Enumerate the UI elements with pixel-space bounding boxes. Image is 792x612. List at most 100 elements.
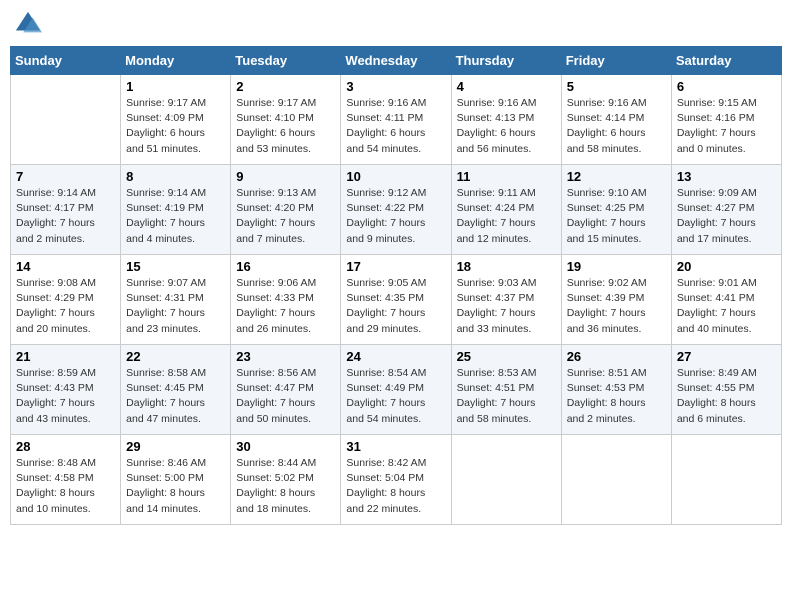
day-detail: Sunrise: 9:01 AMSunset: 4:41 PMDaylight:… bbox=[677, 276, 776, 337]
calendar-cell: 3 Sunrise: 9:16 AMSunset: 4:11 PMDaylight… bbox=[341, 75, 451, 165]
daylight-hours: Daylight: 6 hours and 51 minutes. bbox=[126, 127, 205, 154]
daylight-hours: Daylight: 7 hours and 17 minutes. bbox=[677, 217, 756, 244]
day-number: 21 bbox=[16, 349, 115, 364]
daylight-hours: Daylight: 7 hours and 58 minutes. bbox=[457, 397, 536, 424]
day-detail: Sunrise: 8:46 AMSunset: 5:00 PMDaylight:… bbox=[126, 456, 225, 517]
sunrise-time: Sunrise: 8:49 AM bbox=[677, 367, 757, 379]
sunset-time: Sunset: 4:49 PM bbox=[346, 382, 424, 394]
sunrise-time: Sunrise: 8:58 AM bbox=[126, 367, 206, 379]
day-number: 8 bbox=[126, 169, 225, 184]
sunrise-time: Sunrise: 8:53 AM bbox=[457, 367, 537, 379]
day-number: 9 bbox=[236, 169, 335, 184]
column-header-thursday: Thursday bbox=[451, 47, 561, 75]
day-detail: Sunrise: 8:59 AMSunset: 4:43 PMDaylight:… bbox=[16, 366, 115, 427]
sunrise-time: Sunrise: 9:17 AM bbox=[126, 97, 206, 109]
column-header-sunday: Sunday bbox=[11, 47, 121, 75]
day-detail: Sunrise: 9:13 AMSunset: 4:20 PMDaylight:… bbox=[236, 186, 335, 247]
sunset-time: Sunset: 5:00 PM bbox=[126, 472, 204, 484]
calendar-cell: 12Sunrise: 9:10 AMSunset: 4:25 PMDayligh… bbox=[561, 165, 671, 255]
sunset-time: Sunset: 4:37 PM bbox=[457, 292, 535, 304]
day-number: 23 bbox=[236, 349, 335, 364]
calendar-week-row: 7Sunrise: 9:14 AMSunset: 4:17 PMDaylight… bbox=[11, 165, 782, 255]
sunrise-time: Sunrise: 8:54 AM bbox=[346, 367, 426, 379]
sunset-time: Sunset: 4:24 PM bbox=[457, 202, 535, 214]
day-number: 28 bbox=[16, 439, 115, 454]
daylight-hours: Daylight: 6 hours and 53 minutes. bbox=[236, 127, 315, 154]
daylight-hours: Daylight: 7 hours and 36 minutes. bbox=[567, 307, 646, 334]
day-number: 3 bbox=[346, 79, 445, 94]
sunrise-time: Sunrise: 9:14 AM bbox=[126, 187, 206, 199]
page-header bbox=[10, 10, 782, 38]
calendar-cell: 5 Sunrise: 9:16 AMSunset: 4:14 PMDaylight… bbox=[561, 75, 671, 165]
sunset-time: Sunset: 4:55 PM bbox=[677, 382, 755, 394]
day-detail: Sunrise: 8:56 AMSunset: 4:47 PMDaylight:… bbox=[236, 366, 335, 427]
day-detail: Sunrise: 9:11 AMSunset: 4:24 PMDaylight:… bbox=[457, 186, 556, 247]
sunrise-time: Sunrise: 9:13 AM bbox=[236, 187, 316, 199]
column-header-wednesday: Wednesday bbox=[341, 47, 451, 75]
calendar-cell: 6Sunrise: 9:15 AMSunset: 4:16 PMDaylight… bbox=[671, 75, 781, 165]
calendar-week-row: 21 Sunrise: 8:59 AMSunset: 4:43 PMDayligh… bbox=[11, 345, 782, 435]
day-detail: Sunrise: 9:14 AMSunset: 4:19 PMDaylight:… bbox=[126, 186, 225, 247]
sunrise-time: Sunrise: 9:15 AM bbox=[677, 97, 757, 109]
day-number: 4 bbox=[457, 79, 556, 94]
sunset-time: Sunset: 4:33 PM bbox=[236, 292, 314, 304]
sunset-time: Sunset: 4:17 PM bbox=[16, 202, 94, 214]
calendar-cell bbox=[561, 435, 671, 525]
day-number: 16 bbox=[236, 259, 335, 274]
sunrise-time: Sunrise: 9:02 AM bbox=[567, 277, 647, 289]
day-detail: Sunrise: 9:08 AMSunset: 4:29 PMDaylight:… bbox=[16, 276, 115, 337]
calendar-cell bbox=[11, 75, 121, 165]
day-detail: Sunrise: 9:17 AM Sunset: 4:10 PM Daylight:… bbox=[236, 96, 335, 157]
daylight-hours: Daylight: 7 hours and 29 minutes. bbox=[346, 307, 425, 334]
sunset-time: Sunset: 4:47 PM bbox=[236, 382, 314, 394]
day-detail: Sunrise: 9:09 AMSunset: 4:27 PMDaylight:… bbox=[677, 186, 776, 247]
day-detail: Sunrise: 8:48 AMSunset: 4:58 PMDaylight:… bbox=[16, 456, 115, 517]
daylight-hours: Daylight: 7 hours and 9 minutes. bbox=[346, 217, 425, 244]
calendar-cell: 18Sunrise: 9:03 AMSunset: 4:37 PMDayligh… bbox=[451, 255, 561, 345]
logo-icon bbox=[14, 10, 42, 38]
sunset-time: Sunset: 4:10 PM bbox=[236, 112, 314, 124]
day-detail: Sunrise: 9:16 AMSunset: 4:11 PMDaylight:… bbox=[346, 96, 445, 157]
daylight-hours: Daylight: 7 hours and 20 minutes. bbox=[16, 307, 95, 334]
sunset-time: Sunset: 5:04 PM bbox=[346, 472, 424, 484]
day-detail: Sunrise: 8:44 AMSunset: 5:02 PMDaylight:… bbox=[236, 456, 335, 517]
sunset-time: Sunset: 4:58 PM bbox=[16, 472, 94, 484]
day-detail: Sunrise: 9:06 AMSunset: 4:33 PMDaylight:… bbox=[236, 276, 335, 337]
daylight-hours: Daylight: 8 hours and 18 minutes. bbox=[236, 487, 315, 514]
daylight-hours: Daylight: 7 hours and 12 minutes. bbox=[457, 217, 536, 244]
calendar-cell: 14Sunrise: 9:08 AMSunset: 4:29 PMDayligh… bbox=[11, 255, 121, 345]
calendar-cell: 20 Sunrise: 9:01 AMSunset: 4:41 PMDayligh… bbox=[671, 255, 781, 345]
daylight-hours: Daylight: 7 hours and 4 minutes. bbox=[126, 217, 205, 244]
day-detail: Sunrise: 9:16 AMSunset: 4:14 PMDaylight:… bbox=[567, 96, 666, 157]
sunrise-time: Sunrise: 9:16 AM bbox=[457, 97, 537, 109]
day-number: 20 bbox=[677, 259, 776, 274]
calendar-cell: 28Sunrise: 8:48 AMSunset: 4:58 PMDayligh… bbox=[11, 435, 121, 525]
calendar-cell: 24Sunrise: 8:54 AMSunset: 4:49 PMDayligh… bbox=[341, 345, 451, 435]
calendar-cell: 27Sunrise: 8:49 AMSunset: 4:55 PMDayligh… bbox=[671, 345, 781, 435]
sunrise-time: Sunrise: 8:48 AM bbox=[16, 457, 96, 469]
daylight-hours: Daylight: 7 hours and 40 minutes. bbox=[677, 307, 756, 334]
day-detail: Sunrise: 8:49 AM Sunset: 4:55 PM Daylight:… bbox=[677, 366, 776, 427]
daylight-hours: Daylight: 7 hours and 15 minutes. bbox=[567, 217, 646, 244]
day-detail: Sunrise: 9:15 AMSunset: 4:16 PMDaylight:… bbox=[677, 96, 776, 157]
day-detail: Sunrise: 9:07 AMSunset: 4:31 PMDaylight:… bbox=[126, 276, 225, 337]
day-number: 1 bbox=[126, 79, 225, 94]
daylight-hours: Daylight: 7 hours and 54 minutes. bbox=[346, 397, 425, 424]
day-detail: Sunrise: 8:51 AMSunset: 4:53 PMDaylight:… bbox=[567, 366, 666, 427]
sunset-time: Sunset: 4:31 PM bbox=[126, 292, 204, 304]
sunset-time: Sunset: 5:02 PM bbox=[236, 472, 314, 484]
day-number: 18 bbox=[457, 259, 556, 274]
calendar-cell: 19Sunrise: 9:02 AMSunset: 4:39 PMDayligh… bbox=[561, 255, 671, 345]
daylight-hours: Daylight: 6 hours and 56 minutes. bbox=[457, 127, 536, 154]
day-number: 5 bbox=[567, 79, 666, 94]
daylight-hours: Daylight: 7 hours and 47 minutes. bbox=[126, 397, 205, 424]
day-detail: Sunrise: 9:16 AMSunset: 4:13 PMDaylight:… bbox=[457, 96, 556, 157]
calendar-cell: 11Sunrise: 9:11 AMSunset: 4:24 PMDayligh… bbox=[451, 165, 561, 255]
sunrise-time: Sunrise: 9:12 AM bbox=[346, 187, 426, 199]
sunset-time: Sunset: 4:39 PM bbox=[567, 292, 645, 304]
day-number: 31 bbox=[346, 439, 445, 454]
daylight-hours: Daylight: 8 hours and 6 minutes. bbox=[677, 397, 756, 424]
daylight-hours: Daylight: 7 hours and 33 minutes. bbox=[457, 307, 536, 334]
sunrise-time: Sunrise: 9:17 AM bbox=[236, 97, 316, 109]
day-number: 22 bbox=[126, 349, 225, 364]
